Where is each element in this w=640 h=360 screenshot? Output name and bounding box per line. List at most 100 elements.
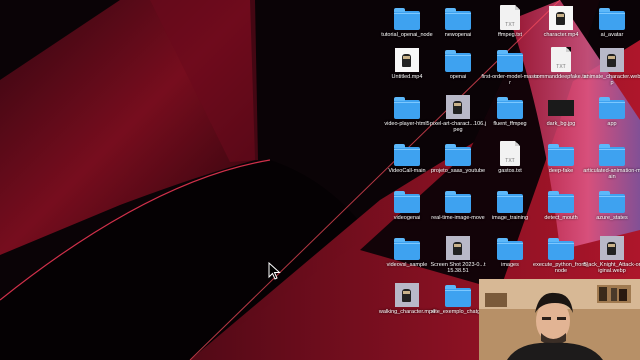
desktop-item-label: projeto_saas_youtube: [430, 168, 486, 174]
folder-icon: [546, 187, 576, 213]
desktop-item-label: articulated-animation-main: [583, 168, 640, 181]
desktop-item[interactable]: Black_Knight_Attack-original.webp: [583, 234, 640, 275]
desktop-item[interactable]: image_training: [483, 187, 537, 221]
desktop-item[interactable]: dark_bg.jpg: [534, 93, 588, 127]
folder-icon: [546, 140, 576, 166]
desktop-item-label: ffmpeg.txt: [497, 32, 523, 38]
desktop-item[interactable]: video-player-html5: [380, 93, 434, 127]
folder-icon: [392, 187, 422, 213]
file-thumbnail: [599, 144, 625, 166]
desktop-item-label: gastos.txt: [498, 168, 522, 174]
text-file-icon: TXT: [495, 140, 525, 166]
desktop-item-label: videovsl_sample: [386, 262, 428, 268]
file-thumbnail: [394, 191, 420, 213]
file-thumbnail: [549, 6, 573, 30]
folder-icon: [495, 46, 525, 72]
file-thumbnail: TXT: [500, 141, 520, 166]
desktop-item-label: openai: [449, 74, 467, 80]
folder-icon: [392, 4, 422, 30]
folder-icon: [443, 187, 473, 213]
file-thumbnail: [548, 191, 574, 213]
text-file-icon: TXT: [495, 4, 525, 30]
file-thumbnail: [600, 48, 624, 72]
desktop-item[interactable]: videovsl_sample: [380, 234, 434, 268]
desktop-item[interactable]: app: [585, 93, 639, 127]
video-file-icon: [546, 4, 576, 30]
file-thumbnail: [395, 48, 419, 72]
desktop-item[interactable]: VideoCall-main: [380, 140, 434, 174]
folder-icon: [546, 234, 576, 260]
file-thumbnail: [394, 238, 420, 260]
folder-icon: [495, 93, 525, 119]
desktop-item[interactable]: videogenai: [380, 187, 434, 221]
desktop-item[interactable]: first-order-model-master: [481, 46, 539, 87]
desktop-item-label: images: [501, 262, 519, 268]
desktop-item[interactable]: pixel-art-charact...106.jpeg: [430, 93, 486, 134]
desktop-item[interactable]: newopenai: [431, 4, 485, 38]
file-thumbnail: [446, 236, 470, 260]
desktop-item[interactable]: Untitled.mp4: [380, 46, 434, 80]
mouse-cursor-icon: [268, 262, 281, 280]
desktop-item-label: azure_states: [596, 215, 628, 221]
image-file-icon: [443, 234, 473, 260]
desktop-item[interactable]: projeto_saas_youtube: [431, 140, 485, 174]
desktop-item[interactable]: openai: [431, 46, 485, 80]
desktop-item[interactable]: azure_states: [585, 187, 639, 221]
desktop-item-label: app: [607, 121, 617, 127]
desktop-item[interactable]: site_exemplo_chatgpt: [431, 281, 485, 315]
file-thumbnail: [445, 8, 471, 30]
file-thumbnail: [599, 97, 625, 119]
desktop-item[interactable]: execute_python_from_node: [533, 234, 589, 275]
desktop-item[interactable]: TXT commanddeepfake.txt: [534, 46, 588, 80]
folder-icon: [392, 140, 422, 166]
desktop-item-label: execute_python_from_node: [533, 262, 589, 275]
file-thumbnail: [395, 283, 419, 307]
image-file-icon: [597, 46, 627, 72]
file-thumbnail: [548, 144, 574, 166]
desktop-item[interactable]: Screen Shot 2023-0...t 15.38.51: [430, 234, 486, 275]
desktop-item[interactable]: TXT gastos.txt: [483, 140, 537, 174]
desktop-item-label: tutorial_openai_node: [381, 32, 433, 38]
folder-icon: [495, 187, 525, 213]
desktop-item-label: deep-fake: [548, 168, 574, 174]
desktop-item-label: fluent_ffmpeg: [493, 121, 527, 127]
desktop-item[interactable]: tutorial_openai_node: [380, 4, 434, 38]
file-thumbnail: [394, 144, 420, 166]
file-thumbnail: [497, 191, 523, 213]
desktop-item[interactable]: walking_character.mp4: [378, 281, 436, 315]
desktop-item[interactable]: real-time-image-move: [431, 187, 485, 221]
desktop-item-label: animate_character.webp: [583, 74, 640, 87]
desktop-item-label: ai_avatar: [600, 32, 624, 38]
folder-icon: [443, 281, 473, 307]
file-thumbnail: TXT: [500, 5, 520, 30]
desktop-item[interactable]: fluent_ffmpeg: [483, 93, 537, 127]
desktop-item-label: newopenai: [444, 32, 472, 38]
file-thumbnail: [446, 95, 470, 119]
folder-icon: [597, 187, 627, 213]
desktop-item-label: videogenai: [393, 215, 421, 221]
desktop-item[interactable]: articulated-animation-main: [583, 140, 640, 181]
desktop-item-label: pixel-art-charact...106.jpeg: [430, 121, 486, 134]
folder-icon: [597, 93, 627, 119]
file-thumbnail: [445, 50, 471, 72]
desktop-item[interactable]: ai_avatar: [585, 4, 639, 38]
desktop-item-label: Black_Knight_Attack-original.webp: [583, 262, 640, 275]
text-file-icon: TXT: [546, 46, 576, 72]
desktop-item[interactable]: deep-fake: [534, 140, 588, 174]
folder-icon: [597, 140, 627, 166]
desktop-item[interactable]: detect_mouth: [534, 187, 588, 221]
desktop-item[interactable]: TXT ffmpeg.txt: [483, 4, 537, 38]
image-file-icon: [392, 281, 422, 307]
image-file-icon: [597, 234, 627, 260]
image-file-icon: [546, 93, 576, 119]
desktop-item[interactable]: images: [483, 234, 537, 268]
desktop-item-label: detect_mouth: [544, 215, 578, 221]
desktop-item[interactable]: character.mp4: [534, 4, 588, 38]
desktop-item[interactable]: animate_character.webp: [583, 46, 640, 87]
folder-icon: [443, 46, 473, 72]
folder-icon: [597, 4, 627, 30]
desktop-item-label: walking_character.mp4: [378, 309, 436, 315]
desktop-item-label: Untitled.mp4: [391, 74, 423, 80]
desktop-item-label: Screen Shot 2023-0...t 15.38.51: [430, 262, 486, 275]
file-thumbnail: [394, 8, 420, 30]
